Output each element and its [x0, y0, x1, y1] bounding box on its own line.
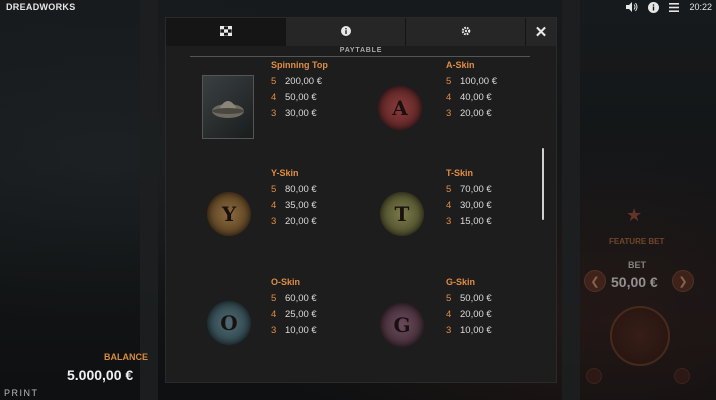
status-bar: 20:22: [626, 1, 712, 13]
info-icon: [340, 23, 351, 41]
pay-row-3: 3 20,00 €: [271, 216, 317, 227]
symbol-name: A-Skin: [446, 60, 475, 70]
tab-info[interactable]: [286, 18, 406, 46]
symbol-spinning-top: Spinning Top 5 200,00 € 4 50,00 € 3 30,00 €: [201, 60, 371, 150]
pay-row-3: 3 10,00 €: [446, 325, 492, 336]
pay-row-5: 5 70,00 €: [446, 184, 492, 195]
pay-row-4: 4 50,00 €: [271, 92, 317, 103]
symbol-a-skin: A A-Skin 5 100,00 € 4 40,00 € 3 20,00 €: [376, 60, 546, 150]
turbo-button[interactable]: [674, 368, 690, 384]
symbol-y-skin: Y Y-Skin 5 80,00 € 4 35,00 € 3 20,00 €: [201, 168, 371, 258]
paytable-icon: [219, 23, 232, 41]
title-divider: [190, 56, 530, 57]
pay-row-3: 3 10,00 €: [271, 325, 317, 336]
speaker-icon[interactable]: [626, 1, 638, 13]
tab-settings[interactable]: [406, 18, 526, 46]
modal-tabs: ✕: [166, 18, 556, 46]
bet-label: BET: [628, 260, 646, 270]
feature-bet-label[interactable]: FEATURE BET: [609, 237, 664, 246]
print-label: PRINT: [4, 388, 39, 398]
balance-label: BALANCE: [104, 352, 148, 362]
close-button[interactable]: ✕: [526, 18, 556, 46]
symbol-t-skin: T T-Skin 5 70,00 € 4 30,00 € 3 15,00 €: [376, 168, 546, 258]
spin-button[interactable]: [610, 306, 670, 366]
pay-row-4: 4 20,00 €: [446, 309, 492, 320]
star-icon: ★: [626, 205, 643, 225]
pay-row-5: 5 60,00 €: [271, 293, 317, 304]
symbol-o-skin: O O-Skin 5 60,00 € 4 25,00 € 3 10,00 €: [201, 277, 371, 367]
pay-row-4: 4 30,00 €: [446, 200, 492, 211]
pay-row-4: 4 25,00 €: [271, 309, 317, 320]
pay-row-5: 5 80,00 €: [271, 184, 317, 195]
paytable-modal: ✕ PAYTABLE Spinning Top 5 200,00 € 4 50,00…: [166, 18, 556, 382]
game-title: DREADWORKS: [6, 2, 76, 12]
pay-row-3: 3 30,00 €: [271, 108, 317, 119]
close-icon: ✕: [534, 24, 548, 41]
symbol-name: T-Skin: [446, 168, 474, 178]
symbol-g-skin: G G-Skin 5 50,00 € 4 20,00 € 3 10,00 €: [376, 277, 546, 367]
bet-increase-button[interactable]: ❯: [672, 270, 694, 292]
a-skin-icon: A: [378, 86, 422, 130]
autoplay-button[interactable]: [586, 368, 602, 384]
pay-row-3: 3 15,00 €: [446, 216, 492, 227]
balance-value: 5.000,00 €: [67, 367, 134, 383]
o-skin-icon: O: [207, 301, 251, 345]
section-title: PAYTABLE: [339, 47, 383, 54]
menu-icon[interactable]: [668, 1, 680, 13]
info-icon[interactable]: [647, 1, 659, 13]
y-skin-icon: Y: [207, 192, 251, 236]
tab-paytable[interactable]: [166, 18, 286, 46]
pay-row-5: 5 50,00 €: [446, 293, 492, 304]
bet-decrease-button[interactable]: ❮: [584, 270, 606, 292]
symbol-name: O-Skin: [271, 277, 301, 287]
pay-row-5: 5 100,00 €: [446, 76, 497, 87]
symbol-name: Y-Skin: [271, 168, 299, 178]
bet-value: 50,00 €: [611, 274, 658, 290]
pay-row-3: 3 20,00 €: [446, 108, 492, 119]
pay-row-4: 4 35,00 €: [271, 200, 317, 211]
pay-row-5: 5 200,00 €: [271, 76, 322, 87]
symbol-name: G-Skin: [446, 277, 476, 287]
t-skin-icon: T: [380, 192, 424, 236]
settings-icon: [461, 23, 471, 41]
pay-row-4: 4 40,00 €: [446, 92, 492, 103]
clock: 20:22: [689, 2, 712, 12]
bet-controls: ★ FEATURE BET BET ❮ 50,00 € ❯: [578, 200, 716, 400]
spinning-top-icon: [201, 74, 255, 140]
symbol-name: Spinning Top: [271, 60, 328, 70]
g-skin-icon: G: [380, 303, 424, 347]
